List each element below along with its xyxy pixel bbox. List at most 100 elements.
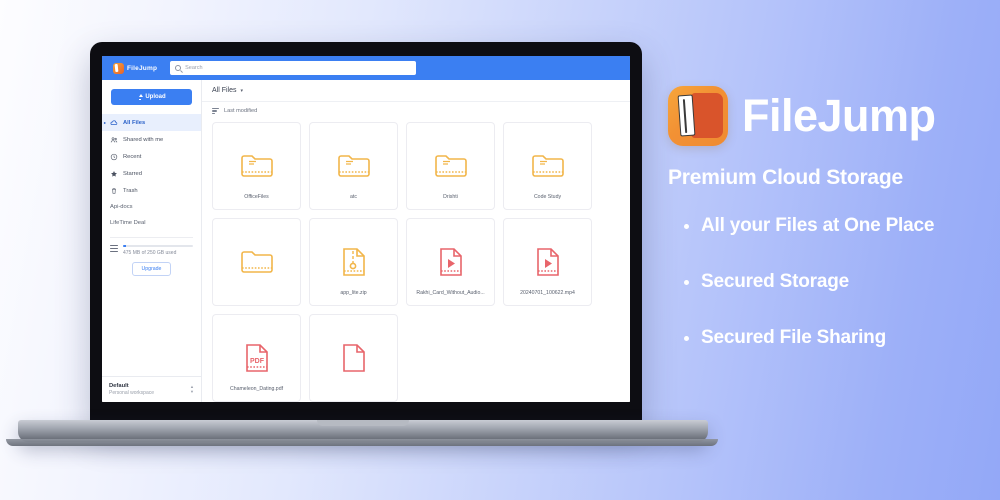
file-card[interactable]: app_lite.zip [309, 218, 398, 306]
sidebar-item-label: Recent [123, 153, 142, 160]
bullet-dot-icon [684, 223, 689, 229]
app-brand[interactable]: FileJump [108, 62, 162, 74]
file-card[interactable]: OfficeFiles [212, 122, 301, 210]
upgrade-button[interactable]: Upgrade [131, 262, 172, 276]
sidebar-item-trash[interactable]: Trash [102, 182, 201, 199]
chevron-updown-icon: ▲ ▼ [190, 383, 194, 395]
sidebar-item-label: LifeTime Deal [110, 220, 146, 226]
sort-label: Last modified [224, 108, 258, 114]
promo-panel: FileJump Premium Cloud Storage All your … [668, 0, 1000, 500]
breadcrumb-label: All Files [212, 87, 237, 94]
breadcrumb[interactable]: All Files ▾ [202, 80, 630, 102]
main-content: All Files ▾ Last modified OfficeFiles at… [202, 80, 630, 402]
file-card[interactable]: Rakhi_Card_Without_Audio... [406, 218, 495, 306]
promo-feature-list: All your Files at One Place Secured Stor… [684, 215, 934, 383]
sidebar-item-starred[interactable]: Starred [102, 165, 201, 182]
list-item: Secured File Sharing [684, 327, 934, 349]
laptop-mockup: FileJump Search Upload ▸ All Files Share… [0, 0, 720, 500]
folder-icon [240, 236, 274, 288]
pdf-file-icon [341, 332, 367, 384]
filejump-logo-icon [113, 62, 124, 74]
file-card[interactable] [212, 218, 301, 306]
app-topbar: FileJump Search [102, 56, 630, 80]
sidebar-item-label: Starred [123, 170, 143, 177]
app-body: Upload All Files [102, 80, 630, 402]
workspace-selector[interactable]: Default Personal workspace ▲ ▼ [102, 376, 201, 402]
file-card[interactable] [309, 314, 398, 402]
feature-label: Secured Storage [701, 271, 849, 292]
file-grid: OfficeFiles atc Drishti Code Study app_l… [212, 122, 630, 402]
storage-usage-text: 475 MB of 250 GB used [123, 250, 177, 256]
sort-icon [212, 108, 219, 114]
file-name: Code Study [533, 194, 562, 200]
file-card[interactable]: 20240701_100622.mp4 [503, 218, 592, 306]
app-brand-label: FileJump [127, 64, 158, 72]
file-name: Chameleon_Dating.pdf [229, 386, 284, 392]
clock-icon [110, 153, 118, 161]
sidebar-item-label: Trash [123, 187, 138, 194]
file-grid-wrapper: OfficeFiles atc Drishti Code Study app_l… [202, 120, 630, 402]
video-file-icon [438, 236, 464, 288]
svg-text:PDF: PDF [250, 358, 265, 365]
sidebar-item-api-docs[interactable]: Api-docs [102, 199, 201, 215]
feature-label: All your Files at One Place [701, 215, 935, 236]
sidebar-item-lifetime-deal[interactable]: LifeTime Deal [102, 215, 201, 231]
sidebar-nav: All Files Shared with me [102, 112, 201, 231]
file-name: OfficeFiles [244, 194, 269, 200]
sidebar-item-label: Shared with me [123, 136, 164, 143]
list-item: All your Files at One Place [684, 215, 934, 237]
upload-button[interactable]: Upload [111, 89, 192, 105]
folder-icon [337, 140, 371, 192]
upload-icon [137, 94, 143, 100]
feature-label: Secured File Sharing [701, 327, 886, 348]
file-name: app_lite.zip [340, 290, 367, 296]
laptop-screen: FileJump Search Upload ▸ All Files Share… [102, 56, 630, 402]
storage-section: 475 MB of 250 GB used [102, 238, 201, 256]
promo-tagline: Premium Cloud Storage [668, 166, 904, 189]
search-icon [175, 65, 182, 71]
workspace-name: Default [109, 383, 129, 389]
sidebar: Upload All Files [102, 80, 202, 402]
sidebar-item-label: Api-docs [110, 204, 133, 210]
file-card[interactable]: PDF Chameleon_Dating.pdf [212, 314, 301, 402]
promo-brand-name: FileJump [742, 90, 936, 141]
list-item: Secured Storage [684, 271, 934, 293]
trash-icon [110, 187, 118, 195]
laptop-base-front [6, 439, 718, 446]
caret-down-icon[interactable]: ▾ [241, 88, 244, 94]
upload-section: Upload [102, 80, 201, 112]
star-icon [110, 170, 118, 178]
upgrade-section: Upgrade [102, 262, 201, 276]
file-name: Rakhi_Card_Without_Audio... [416, 290, 485, 296]
sidebar-item-label: All Files [123, 119, 146, 126]
sort-control[interactable]: Last modified [202, 102, 630, 120]
laptop-lid: FileJump Search Upload ▸ All Files Share… [90, 42, 642, 424]
zip-file-icon [341, 236, 367, 288]
file-card[interactable]: atc [309, 122, 398, 210]
sidebar-item-shared-with-me[interactable]: Shared with me [102, 131, 201, 148]
hamburger-icon[interactable] [110, 245, 118, 252]
search-input[interactable]: Search [170, 61, 417, 75]
workspace-subtitle: Personal workspace [109, 390, 155, 396]
pdf-file-icon: PDF [244, 332, 270, 384]
video-file-icon [535, 236, 561, 288]
folder-icon [531, 140, 565, 192]
promo-logo-row: FileJump [668, 86, 936, 146]
bullet-dot-icon [684, 279, 689, 285]
storage-progress-bar [123, 245, 193, 247]
file-name: Drishti [443, 194, 458, 200]
bullet-dot-icon [684, 335, 689, 341]
folder-icon [240, 140, 274, 192]
search-placeholder: Search [185, 65, 203, 71]
people-icon [110, 136, 118, 144]
filejump-book-logo [668, 86, 728, 146]
sidebar-item-recent[interactable]: Recent [102, 148, 201, 165]
cloud-icon [110, 119, 118, 127]
file-name: atc [350, 194, 357, 200]
file-name: 20240701_100622.mp4 [520, 290, 575, 296]
upload-button-label: Upload [145, 94, 166, 100]
sidebar-item-all-files[interactable]: All Files [102, 114, 201, 131]
file-card[interactable]: Drishti [406, 122, 495, 210]
file-card[interactable]: Code Study [503, 122, 592, 210]
folder-icon [434, 140, 468, 192]
